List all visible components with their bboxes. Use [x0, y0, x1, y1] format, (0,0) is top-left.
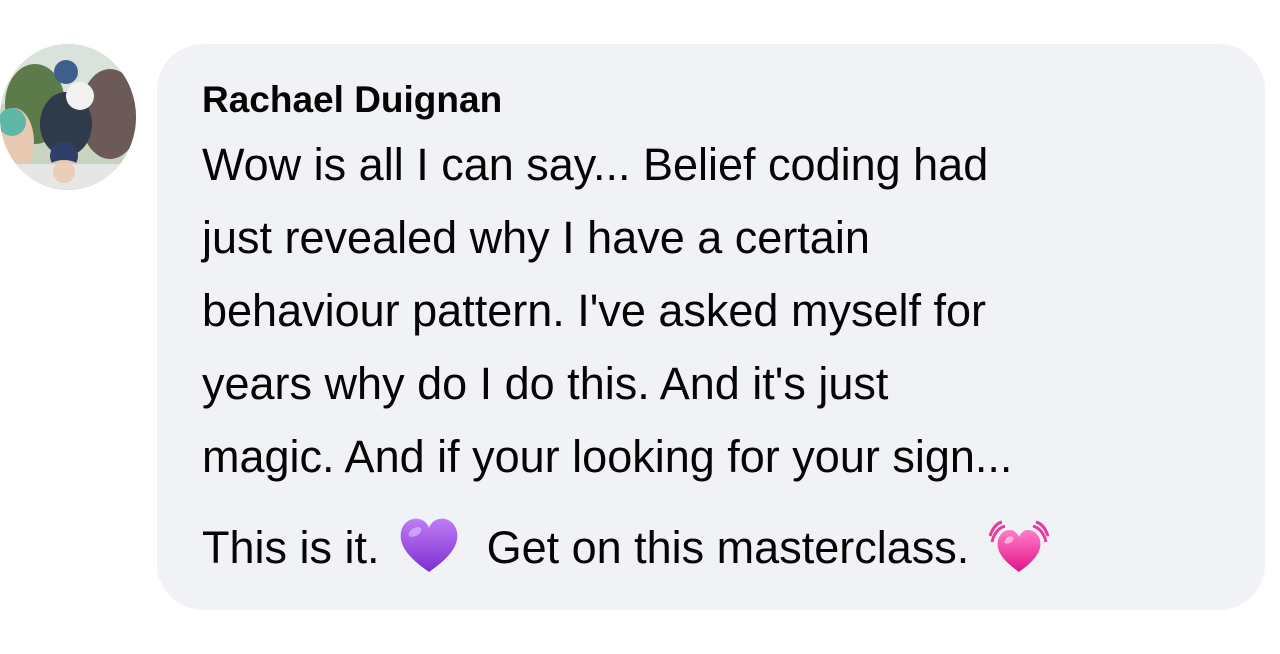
- comment-line: years why do I do this. And it's just: [202, 358, 889, 409]
- comment-line: magic. And if your looking for your sign…: [202, 431, 1013, 482]
- comment-author[interactable]: Rachael Duignan: [202, 78, 1225, 122]
- comment: Rachael Duignan Wow is all I can say... …: [0, 0, 1280, 654]
- comment-text-part: Get on this masterclass.: [486, 522, 970, 573]
- comment-text-part: This is it.: [202, 522, 380, 573]
- comment-line-last: This is it. Get on this masterclass.: [202, 511, 1225, 584]
- comment-line: just revealed why I have a certain: [202, 212, 870, 263]
- beating-heart-icon: [988, 516, 1050, 574]
- comment-text: Wow is all I can say... Belief coding ha…: [202, 128, 1225, 584]
- avatar[interactable]: [0, 44, 136, 190]
- comment-line: Wow is all I can say... Belief coding ha…: [202, 139, 989, 190]
- comment-line: behaviour pattern. I've asked myself for: [202, 285, 986, 336]
- purple-heart-icon: [398, 516, 460, 574]
- comment-bubble: Rachael Duignan Wow is all I can say... …: [157, 44, 1265, 610]
